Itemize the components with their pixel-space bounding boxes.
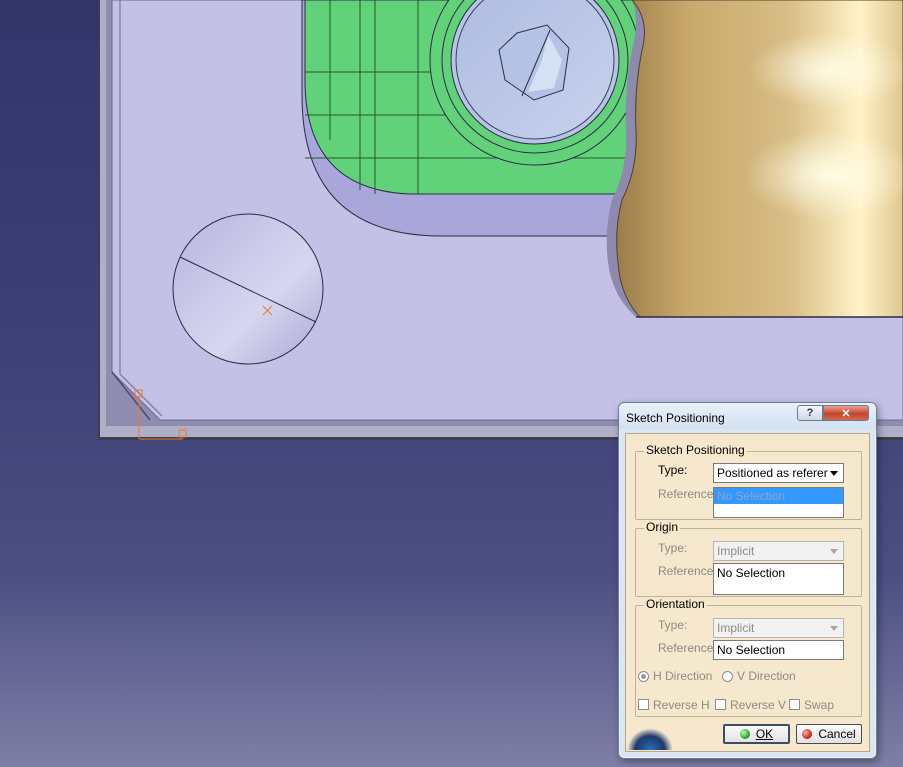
origin-type-combo[interactable]: Implicit	[713, 541, 844, 561]
origin-type-label: Type:	[658, 541, 688, 555]
cancel-button[interactable]: Cancel	[796, 724, 862, 744]
list-item[interactable]: No Selection	[714, 488, 843, 504]
orientation-group: Orientation Type: Implicit Reference: No…	[635, 597, 862, 717]
origin-reference-field[interactable]: No Selection	[713, 563, 844, 595]
chevron-down-icon[interactable]	[830, 549, 838, 554]
origin-type-value: Implicit	[717, 544, 755, 558]
close-button[interactable]: ✕	[823, 405, 869, 421]
orientation-reference-value: No Selection	[717, 643, 786, 657]
type-combo-value: Positioned as referer	[717, 466, 828, 480]
swap-checkbox[interactable]	[789, 699, 800, 710]
sketch-positioning-group: Sketch Positioning Type: Positioned as r…	[635, 443, 862, 520]
cancel-label: Cancel	[818, 727, 856, 741]
close-icon: ✕	[841, 407, 851, 420]
chevron-down-icon[interactable]	[830, 626, 838, 631]
type-combo[interactable]: Positioned as referer	[713, 463, 844, 483]
help-icon: ?	[806, 407, 814, 419]
dialog-title: Sketch Positioning	[626, 411, 725, 425]
ok-button[interactable]: OK	[723, 724, 790, 744]
reference-label: Reference:	[658, 487, 717, 501]
type-label: Type:	[658, 463, 688, 477]
ok-icon	[739, 729, 750, 739]
reference-listbox[interactable]: No Selection	[713, 487, 844, 518]
ok-label: OK	[755, 727, 774, 741]
orientation-type-value: Implicit	[717, 621, 755, 635]
orientation-type-combo[interactable]: Implicit	[713, 618, 844, 638]
cancel-icon	[802, 729, 813, 739]
dialog-titlebar[interactable]: Sketch Positioning ? ✕	[619, 403, 876, 429]
orientation-type-label: Type:	[658, 618, 688, 632]
v-direction-radio[interactable]	[722, 671, 733, 682]
help-button[interactable]: ?	[797, 405, 823, 421]
dialog-client-area: Sketch Positioning Type: Positioned as r…	[625, 433, 870, 752]
orientation-group-title: Orientation	[644, 597, 707, 611]
reverse-h-label: Reverse H	[653, 698, 710, 712]
sketch-positioning-group-title: Sketch Positioning	[644, 443, 747, 457]
v-direction-label: V Direction	[737, 669, 796, 683]
origin-reference-label: Reference:	[658, 564, 717, 578]
sketch-positioning-dialog: Sketch Positioning ? ✕ Sketch Positionin…	[618, 402, 877, 759]
h-direction-label: H Direction	[653, 669, 713, 683]
swap-label: Swap	[804, 698, 835, 712]
chevron-down-icon[interactable]	[830, 471, 838, 476]
orientation-reference-field[interactable]: No Selection	[713, 640, 844, 660]
globe-icon	[627, 728, 673, 750]
reverse-v-checkbox[interactable]	[715, 699, 726, 710]
h-direction-radio[interactable]	[638, 671, 649, 682]
origin-reference-value: No Selection	[717, 566, 786, 580]
reverse-v-label: Reverse V	[730, 698, 787, 712]
origin-group: Origin Type: Implicit Reference: No Sele…	[635, 520, 862, 597]
reverse-h-checkbox[interactable]	[638, 699, 649, 710]
origin-group-title: Origin	[644, 520, 681, 534]
orientation-reference-label: Reference:	[658, 641, 717, 655]
